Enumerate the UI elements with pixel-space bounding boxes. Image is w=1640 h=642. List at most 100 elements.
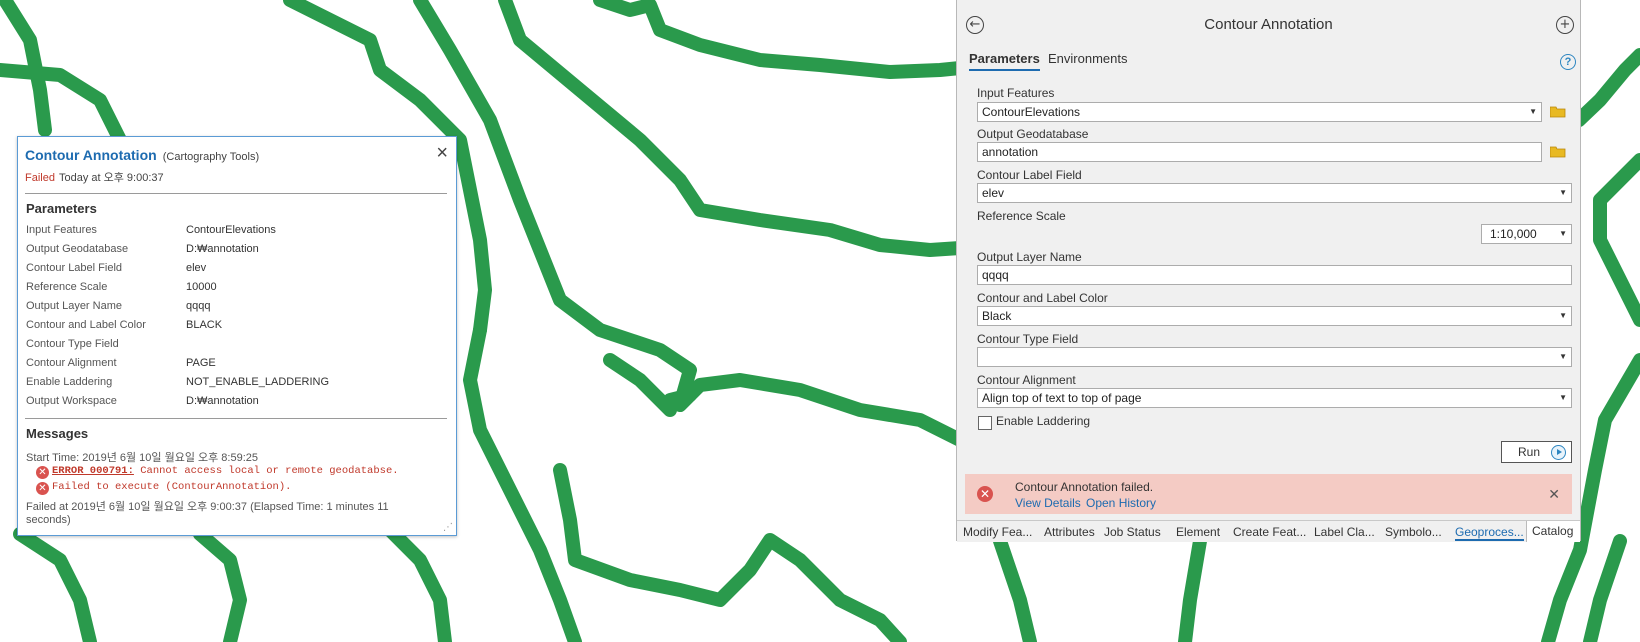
run-button[interactable]: Run: [1501, 441, 1572, 463]
laddering-checkbox[interactable]: [978, 416, 992, 430]
label-field-dropdown[interactable]: elev ▼: [977, 183, 1572, 203]
param-row: Output Geodatabase D:₩annotation: [26, 243, 446, 260]
tab-modify-features[interactable]: Modify Fea...: [963, 525, 1032, 539]
color-label: Contour and Label Color: [977, 291, 1108, 305]
layer-name-label: Output Layer Name: [977, 250, 1082, 264]
popup-tool-name[interactable]: Contour Annotation: [25, 147, 157, 163]
chevron-down-icon: ▼: [1529, 107, 1537, 116]
param-row: Enable Laddering NOT_ENABLE_LADDERING: [26, 376, 446, 393]
view-details-link[interactable]: View Details: [1015, 496, 1081, 510]
tab-create-features[interactable]: Create Feat...: [1233, 525, 1306, 539]
help-icon[interactable]: ?: [1560, 54, 1576, 70]
param-value: BLACK: [186, 319, 223, 331]
popup-close-icon[interactable]: ×: [436, 143, 448, 163]
add-icon[interactable]: +: [1556, 16, 1574, 34]
alignment-value: Align top of text to top of page: [982, 391, 1142, 405]
tab-parameters[interactable]: Parameters: [969, 51, 1040, 71]
param-key: Output Layer Name: [26, 300, 122, 312]
output-gdb-input[interactable]: annotation: [977, 142, 1542, 162]
type-field-dropdown[interactable]: ▼: [977, 347, 1572, 367]
label-field-value: elev: [982, 186, 1005, 200]
contour-line: [1572, 48, 1640, 127]
param-value: elev: [186, 262, 207, 274]
tab-element[interactable]: Element: [1176, 525, 1220, 539]
bottom-tab-bar: Modify Fea... Attributes Job Status Elem…: [957, 520, 1580, 542]
layer-name-input[interactable]: qqqq: [977, 265, 1572, 285]
contour-line: [498, 0, 967, 257]
param-row: Contour Label Field elev: [26, 262, 446, 279]
message-error: ✕ ERROR 000791: Cannot access local or re…: [36, 465, 399, 479]
contour-line: [193, 527, 247, 642]
color-value: Black: [982, 309, 1012, 323]
tab-geoprocessing[interactable]: Geoproces...: [1455, 525, 1524, 541]
tab-symbology[interactable]: Symbolo...: [1385, 525, 1442, 539]
param-value: D:₩annotation: [186, 395, 259, 407]
param-row: Reference Scale 10000: [26, 281, 446, 298]
error-icon: ✕: [36, 482, 49, 495]
input-features-value: ContourElevations: [982, 105, 1081, 119]
error-banner: ✕ Contour Annotation failed. View Detail…: [965, 474, 1572, 514]
alignment-dropdown[interactable]: Align top of text to top of page ▼: [977, 388, 1572, 408]
param-key: Input Features: [26, 224, 97, 236]
ref-scale-value: 1:10,000: [1490, 227, 1537, 241]
tab-attributes[interactable]: Attributes: [1044, 525, 1095, 539]
chevron-down-icon: ▼: [1559, 188, 1567, 197]
geoprocessing-pane: ← Contour Annotation + Parameters Enviro…: [956, 0, 1581, 542]
param-row: Output Workspace D:₩annotation: [26, 395, 446, 412]
message-start-time: Start Time: 2019년 6월 10일 월요일 오후 8:59:25: [26, 452, 258, 464]
error-text: Failed to execute (ContourAnnotation).: [52, 481, 292, 493]
input-features-dropdown[interactable]: ContourElevations ▼: [977, 102, 1542, 122]
tab-job-status[interactable]: Job Status: [1104, 525, 1161, 539]
param-row: Contour Type Field: [26, 338, 446, 355]
divider: [25, 418, 447, 419]
ref-scale-label: Reference Scale: [977, 209, 1066, 223]
error-icon: ✕: [977, 486, 993, 502]
param-value: NOT_ENABLE_LADDERING: [186, 376, 330, 388]
result-popup: Contour Annotation (Cartography Tools) ×…: [17, 136, 457, 536]
param-value: D:₩annotation: [186, 243, 259, 255]
param-value: 10000: [186, 281, 217, 293]
open-history-link[interactable]: Open History: [1086, 496, 1156, 510]
messages-header: Messages: [26, 426, 89, 441]
layer-name-value: qqqq: [982, 268, 1009, 282]
param-value: PAGE: [186, 357, 216, 369]
param-key: Output Geodatabase: [26, 243, 129, 255]
popup-status: Failed Today at 오후 9:00:37: [25, 169, 164, 185]
param-key: Contour and Label Color: [26, 319, 146, 331]
params-header: Parameters: [26, 201, 97, 216]
status-failed: Failed: [25, 172, 55, 184]
color-dropdown[interactable]: Black ▼: [977, 306, 1572, 326]
chevron-down-icon: ▼: [1559, 393, 1567, 402]
browse-folder-icon[interactable]: [1550, 146, 1566, 158]
popup-title: Contour Annotation (Cartography Tools): [25, 147, 259, 163]
banner-close-icon[interactable]: ✕: [1548, 486, 1560, 503]
param-value: qqqq: [186, 300, 211, 312]
tab-label-class[interactable]: Label Cla...: [1314, 525, 1375, 539]
tab-catalog[interactable]: Catalog: [1526, 521, 1580, 542]
input-features-label: Input Features: [977, 86, 1055, 100]
banner-text: Contour Annotation failed.: [1015, 480, 1154, 494]
alignment-label: Contour Alignment: [977, 373, 1076, 387]
resize-grip-icon[interactable]: ⋰: [443, 522, 453, 533]
error-code-link[interactable]: ERROR 000791:: [52, 465, 134, 477]
param-row: Input Features ContourElevations: [26, 224, 446, 241]
play-icon: [1551, 445, 1566, 460]
contour-line: [1593, 153, 1640, 327]
error-text: Cannot access local or remote geodatabse…: [133, 465, 399, 477]
tab-environments[interactable]: Environments: [1048, 51, 1127, 66]
contour-line: [593, 0, 967, 79]
param-key: Reference Scale: [26, 281, 108, 293]
param-key: Contour Type Field: [26, 338, 119, 350]
output-gdb-value: annotation: [982, 145, 1039, 159]
param-row: Output Layer Name qqqq: [26, 300, 446, 317]
param-row: Contour and Label Color BLACK: [26, 319, 446, 336]
browse-folder-icon[interactable]: [1550, 106, 1566, 118]
contour-line: [993, 534, 1037, 642]
param-key: Output Workspace: [26, 395, 117, 407]
status-time: Today at 오후 9:00:37: [58, 172, 164, 184]
param-key: Contour Label Field: [26, 262, 123, 274]
tool-title: Contour Annotation: [1204, 16, 1333, 33]
contour-line: [1583, 534, 1627, 642]
ref-scale-dropdown[interactable]: 1:10,000 ▼: [1481, 224, 1572, 244]
error-icon: ✕: [36, 466, 49, 479]
